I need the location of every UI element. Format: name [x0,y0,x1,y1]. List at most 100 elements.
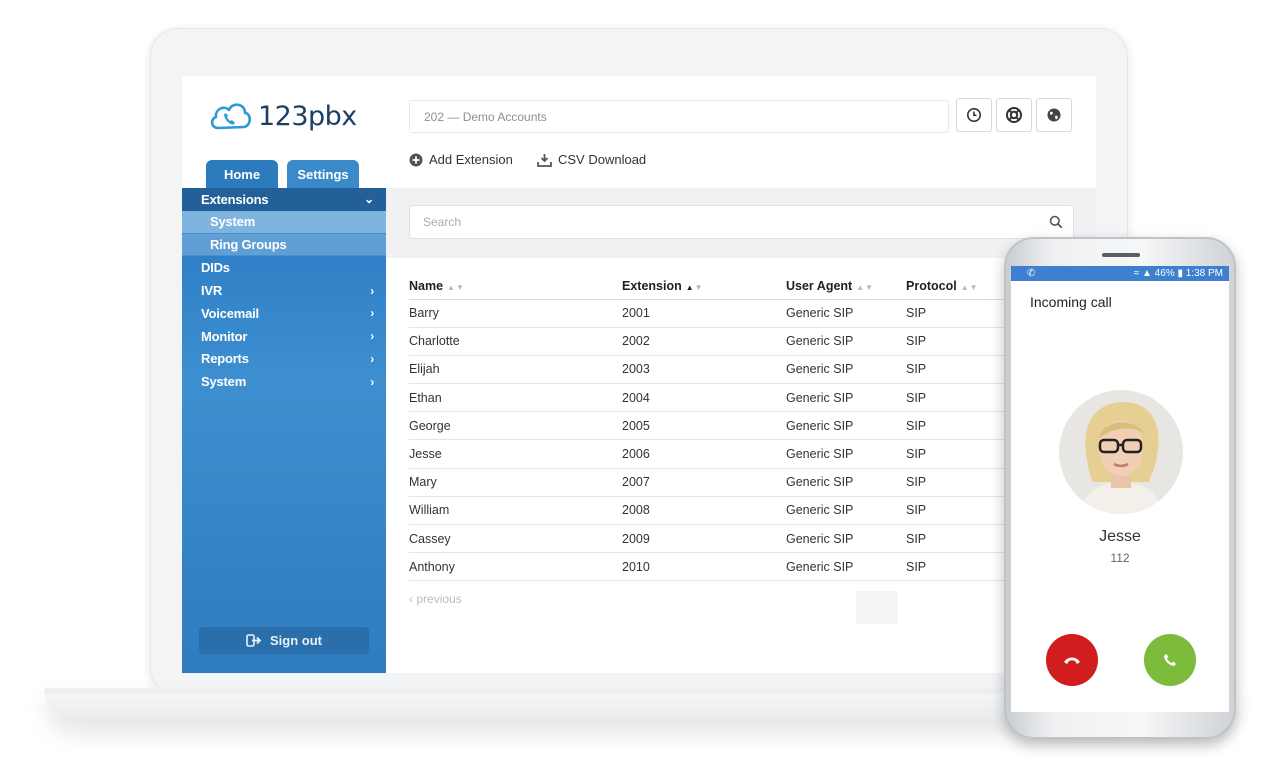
table-row[interactable]: Ethan 2004 Generic SIP SIP [409,383,1016,413]
table-row[interactable]: Jesse 2006 Generic SIP SIP [409,439,1016,469]
table-row[interactable]: Cassey 2009 Generic SIP SIP [409,524,1016,554]
sort-icon: ▲▼ [960,283,979,293]
table-row[interactable]: Barry 2001 Generic SIP SIP [409,299,1016,328]
cell-name: Cassey [409,524,622,554]
cell-protocol: SIP [906,355,1016,385]
caller-number: 112 [1110,551,1130,565]
cell-protocol: SIP [906,552,1016,582]
stage: 123pbx Home Settings Extensions ⌄ System… [0,0,1280,779]
cell-user-agent: Generic SIP [786,524,906,554]
cell-name: George [409,411,622,441]
phone-call-icon: ✆ [1027,268,1036,279]
tab-home[interactable]: Home [206,160,278,188]
sidebar-item-system-sub[interactable]: System [182,210,386,234]
cell-protocol: SIP [906,468,1016,497]
sort-icon: ▲▼ [856,283,875,293]
pagination-current[interactable] [856,591,898,624]
brand-logo[interactable]: 123pbx [208,98,357,134]
sidebar-item-system[interactable]: System › [182,370,386,393]
sign-out-label: Sign out [270,633,322,648]
sort-asc-icon: ▲▼ [685,283,704,293]
sidebar-item-label: Monitor [201,328,248,344]
cell-user-agent: Generic SIP [786,327,906,356]
cell-protocol: SIP [906,383,1016,413]
search-placeholder: Search [423,215,462,229]
support-button[interactable] [996,98,1032,132]
add-extension-button[interactable]: Add Extension [409,152,513,167]
extensions-table: Name ▲▼ Extension ▲▼ User Agent ▲▼ Protocol… [409,274,1016,582]
account-select[interactable]: 202 — Demo Accounts [409,100,949,133]
incoming-call-title: Incoming call [1030,294,1112,310]
cell-extension: 2005 [622,411,786,441]
cell-extension: 2008 [622,496,786,526]
sidebar-item-label: Voicemail [201,305,259,321]
cell-name: Charlotte [409,327,622,356]
cell-protocol: SIP [906,439,1016,469]
pagination-previous[interactable]: ‹ previous [409,592,462,606]
table-row[interactable]: George 2005 Generic SIP SIP [409,411,1016,441]
account-select-value: 202 — Demo Accounts [424,109,547,124]
cell-protocol: SIP [906,496,1016,526]
sidebar-item-label: DIDs [201,260,230,276]
sign-out-icon [246,634,262,647]
caller-avatar [1059,390,1183,514]
sort-icon: ▲▼ [447,283,465,293]
csv-download-label: CSV Download [558,152,647,167]
cell-protocol: SIP [906,524,1016,554]
caller-name: Jesse [1099,528,1141,545]
history-button[interactable] [956,98,992,132]
cell-protocol: SIP [906,327,1016,356]
cell-extension: 2001 [622,299,786,328]
globe-icon [1047,108,1061,122]
decline-call-button[interactable] [1046,634,1098,686]
chevron-right-icon: › [370,283,374,298]
language-button[interactable] [1036,98,1072,132]
lifebuoy-icon [1006,107,1022,123]
sidebar-item-reports[interactable]: Reports › [182,348,386,371]
table-row[interactable]: Elijah 2003 Generic SIP SIP [409,355,1016,385]
plus-circle-icon [409,153,423,166]
column-header-name[interactable]: Name ▲▼ [409,274,622,300]
cell-name: Ethan [409,383,622,413]
chevron-right-icon: › [370,329,374,344]
table-row[interactable]: William 2008 Generic SIP SIP [409,496,1016,526]
cell-user-agent: Generic SIP [786,299,906,328]
sidebar-item-monitor[interactable]: Monitor › [182,325,386,348]
cell-name: William [409,496,622,526]
sidebar-item-label: IVR [201,283,223,299]
sidebar-item-dids[interactable]: DIDs [182,256,386,279]
accept-call-button[interactable] [1144,634,1196,686]
table-row[interactable]: Anthony 2010 Generic SIP SIP [409,552,1016,582]
download-icon [537,153,552,167]
column-header-user-agent[interactable]: User Agent ▲▼ [786,274,906,300]
search-icon[interactable] [1049,215,1063,229]
app-screen: 123pbx Home Settings Extensions ⌄ System… [182,76,1096,673]
phone-status-bar: ✆ ≈ ▲ 46% ▮ 1:38 PM [1011,266,1229,281]
sidebar-item-label: Extensions [201,191,269,207]
sidebar-item-voicemail[interactable]: Voicemail › [182,302,386,325]
sign-out-button[interactable]: Sign out [199,627,369,654]
cell-user-agent: Generic SIP [786,411,906,441]
sidebar: 123pbx Home Settings Extensions ⌄ System… [182,76,386,673]
cell-protocol: SIP [906,411,1016,441]
sidebar-item-ivr[interactable]: IVR › [182,279,386,302]
chevron-right-icon: › [370,351,374,366]
clock-icon [967,108,981,122]
table-row[interactable]: Charlotte 2002 Generic SIP SIP [409,327,1016,356]
chevron-down-icon: ⌄ [364,192,374,207]
battery-icon: ▮ [1177,268,1183,279]
tab-settings[interactable]: Settings [287,160,359,188]
cell-extension: 2010 [622,552,786,582]
column-header-extension[interactable]: Extension ▲▼ [622,274,786,300]
clock-time: 1:38 PM [1185,268,1223,279]
csv-download-button[interactable]: CSV Download [537,152,646,167]
cell-name: Mary [409,468,622,497]
phone-speaker [1102,253,1140,257]
column-header-protocol[interactable]: Protocol ▲▼ [906,274,1016,300]
sidebar-item-extensions[interactable]: Extensions ⌄ [182,188,386,211]
sidebar-item-ring-groups[interactable]: Ring Groups [182,233,386,257]
cell-user-agent: Generic SIP [786,496,906,526]
search-input[interactable]: Search [409,205,1074,239]
brand-name: 123pbx [258,100,357,132]
table-row[interactable]: Mary 2007 Generic SIP SIP [409,468,1016,497]
